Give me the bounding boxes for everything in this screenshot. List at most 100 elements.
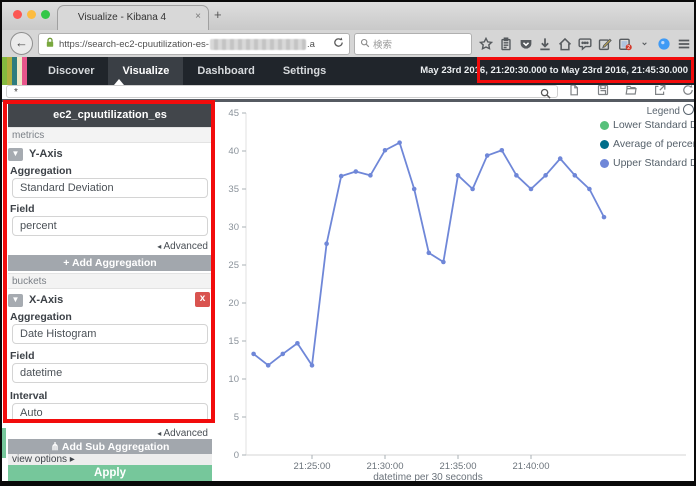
buckets-section-label: buckets — [8, 273, 212, 289]
svg-text:21:30:00: 21:30:00 — [367, 461, 404, 472]
redacted-url-segment — [209, 38, 306, 50]
add-sub-aggregation-button[interactable]: ⋔ Add Sub Aggregation — [8, 439, 212, 455]
advanced-caret-icon: ◂ — [157, 242, 162, 251]
compose-icon[interactable] — [597, 36, 613, 52]
new-tab-button[interactable]: + — [214, 7, 222, 22]
svg-text:20: 20 — [228, 298, 239, 309]
index-pattern-title: ec2_cpuutilization_es — [8, 104, 212, 127]
back-button[interactable]: ← — [10, 32, 33, 55]
advanced-caret-icon: ◂ — [157, 429, 162, 438]
legend-toggle-icon[interactable] — [683, 104, 694, 115]
url-text: https://search-ec2-cpuutilization-es- — [59, 38, 209, 50]
legend-dot-icon — [600, 158, 609, 168]
fork-icon: ⋔ — [50, 441, 62, 453]
kibana-nav-items: Discover Visualize Dashboard Settings — [34, 57, 340, 85]
pocket-icon[interactable] — [518, 36, 534, 52]
browser-search-field[interactable]: 検索 — [354, 33, 472, 55]
legend-label: Upper Standard Devia — [613, 157, 694, 169]
svg-text:2: 2 — [627, 45, 630, 51]
aggregation-label: Aggregation — [10, 311, 72, 323]
bookmark-star-icon[interactable] — [478, 36, 494, 52]
browser-address-bar: ← https://search-ec2-cpuutilization-es- … — [2, 30, 694, 58]
svg-text:45: 45 — [228, 108, 239, 119]
messenger-icon[interactable] — [577, 36, 593, 52]
svg-text:30: 30 — [228, 222, 239, 233]
legend-item[interactable]: Lower Standard Devia — [600, 118, 694, 132]
url-suffix: .a — [306, 38, 315, 50]
metrics-section-label: metrics — [8, 127, 212, 143]
dropdown-caret-icon[interactable] — [636, 36, 652, 52]
view-options-toggle[interactable]: view options ▸ — [8, 454, 212, 465]
legend-dot-icon — [600, 139, 609, 149]
x-field-select[interactable]: datetime — [12, 363, 208, 383]
y-field-select[interactable]: percent — [12, 216, 208, 236]
download-icon[interactable] — [537, 36, 553, 52]
reading-list-icon[interactable] — [498, 36, 514, 52]
nav-item-discover[interactable]: Discover — [34, 57, 108, 85]
legend-header[interactable]: Legend — [600, 104, 694, 117]
x-axis-row: ▼ X-Axis x — [8, 292, 212, 308]
advanced-toggle[interactable]: ◂ Advanced — [8, 428, 208, 439]
add-aggregation-button[interactable]: + Add Aggregation — [8, 255, 212, 271]
svg-text:21:25:00: 21:25:00 — [294, 461, 331, 472]
svg-text:datetime per 30 seconds: datetime per 30 seconds — [373, 472, 483, 481]
browser-tab-bar: Visualize - Kibana 4 × + — [2, 2, 694, 31]
close-window-button[interactable] — [13, 10, 22, 19]
svg-text:35: 35 — [228, 184, 239, 195]
home-icon[interactable] — [557, 36, 573, 52]
time-range-picker[interactable]: May 23rd 2016, 21:20:30.000 to May 23rd … — [420, 57, 688, 85]
url-field[interactable]: https://search-ec2-cpuutilization-es- .a — [38, 33, 350, 55]
menu-icon[interactable] — [676, 36, 692, 52]
legend-dot-icon — [600, 120, 609, 130]
y-axis-row: ▼ Y-Axis — [8, 146, 212, 162]
query-bar: * — [2, 84, 694, 99]
sidebar-edge-strip — [2, 428, 6, 458]
svg-text:5: 5 — [234, 412, 239, 423]
legend-item[interactable]: Upper Standard Devia — [600, 156, 694, 170]
field-label: Field — [10, 350, 35, 362]
query-input[interactable]: * — [6, 85, 558, 98]
svg-text:40: 40 — [228, 146, 239, 157]
legend-label: Average of percent — [613, 138, 694, 150]
kibana-navbar: Discover Visualize Dashboard Settings May 2… — [2, 57, 694, 85]
browser-window: Visualize - Kibana 4 × + ← https://searc… — [2, 2, 694, 481]
svg-text:25: 25 — [228, 260, 239, 271]
browser-tab[interactable]: Visualize - Kibana 4 × — [57, 5, 209, 31]
minimize-window-button[interactable] — [27, 10, 36, 19]
interval-select[interactable]: Auto — [12, 403, 208, 423]
browser-toolbar: 2 — [476, 32, 694, 55]
search-placeholder: 検索 — [373, 40, 393, 51]
y-axis-title: Y-Axis — [29, 148, 63, 160]
help-icon[interactable] — [656, 36, 672, 52]
x-aggregation-select[interactable]: Date Histogram — [12, 324, 208, 344]
collapse-icon[interactable]: ▼ — [8, 293, 23, 307]
y-aggregation-select[interactable]: Standard Deviation — [12, 178, 208, 198]
legend-label: Lower Standard Devia — [613, 119, 694, 131]
visualization-chart: 0 5 10 15 20 25 30 35 40 45 21:25:00 21:30:00 21:35:… — [216, 102, 694, 481]
legend-item[interactable]: Average of percent — [600, 137, 694, 151]
lock-icon — [45, 35, 55, 53]
delete-bucket-button[interactable]: x — [195, 292, 210, 307]
reload-icon[interactable] — [333, 35, 344, 53]
nav-item-dashboard[interactable]: Dashboard — [183, 57, 268, 85]
aggregation-label: Aggregation — [10, 165, 72, 177]
kibana-logo-icon — [2, 57, 27, 85]
svg-text:15: 15 — [228, 336, 239, 347]
field-label: Field — [10, 203, 35, 215]
interval-label: Interval — [10, 390, 48, 402]
collapse-icon[interactable]: ▼ — [8, 147, 23, 161]
svg-text:10: 10 — [228, 374, 239, 385]
x-axis-title: X-Axis — [29, 294, 64, 306]
nav-item-settings[interactable]: Settings — [269, 57, 340, 85]
svg-text:0: 0 — [234, 450, 239, 461]
svg-text:21:40:00: 21:40:00 — [513, 461, 550, 472]
zoom-window-button[interactable] — [41, 10, 50, 19]
advanced-toggle[interactable]: ◂ Advanced — [8, 241, 208, 252]
search-icon — [360, 35, 370, 53]
apply-button[interactable]: Apply — [8, 465, 212, 481]
screenshot-badge-icon[interactable]: 2 — [617, 36, 633, 52]
svg-text:21:35:00: 21:35:00 — [440, 461, 477, 472]
kibana-toolbar — [568, 84, 694, 99]
close-tab-icon[interactable]: × — [195, 11, 201, 23]
tab-title: Visualize - Kibana 4 — [77, 12, 167, 23]
